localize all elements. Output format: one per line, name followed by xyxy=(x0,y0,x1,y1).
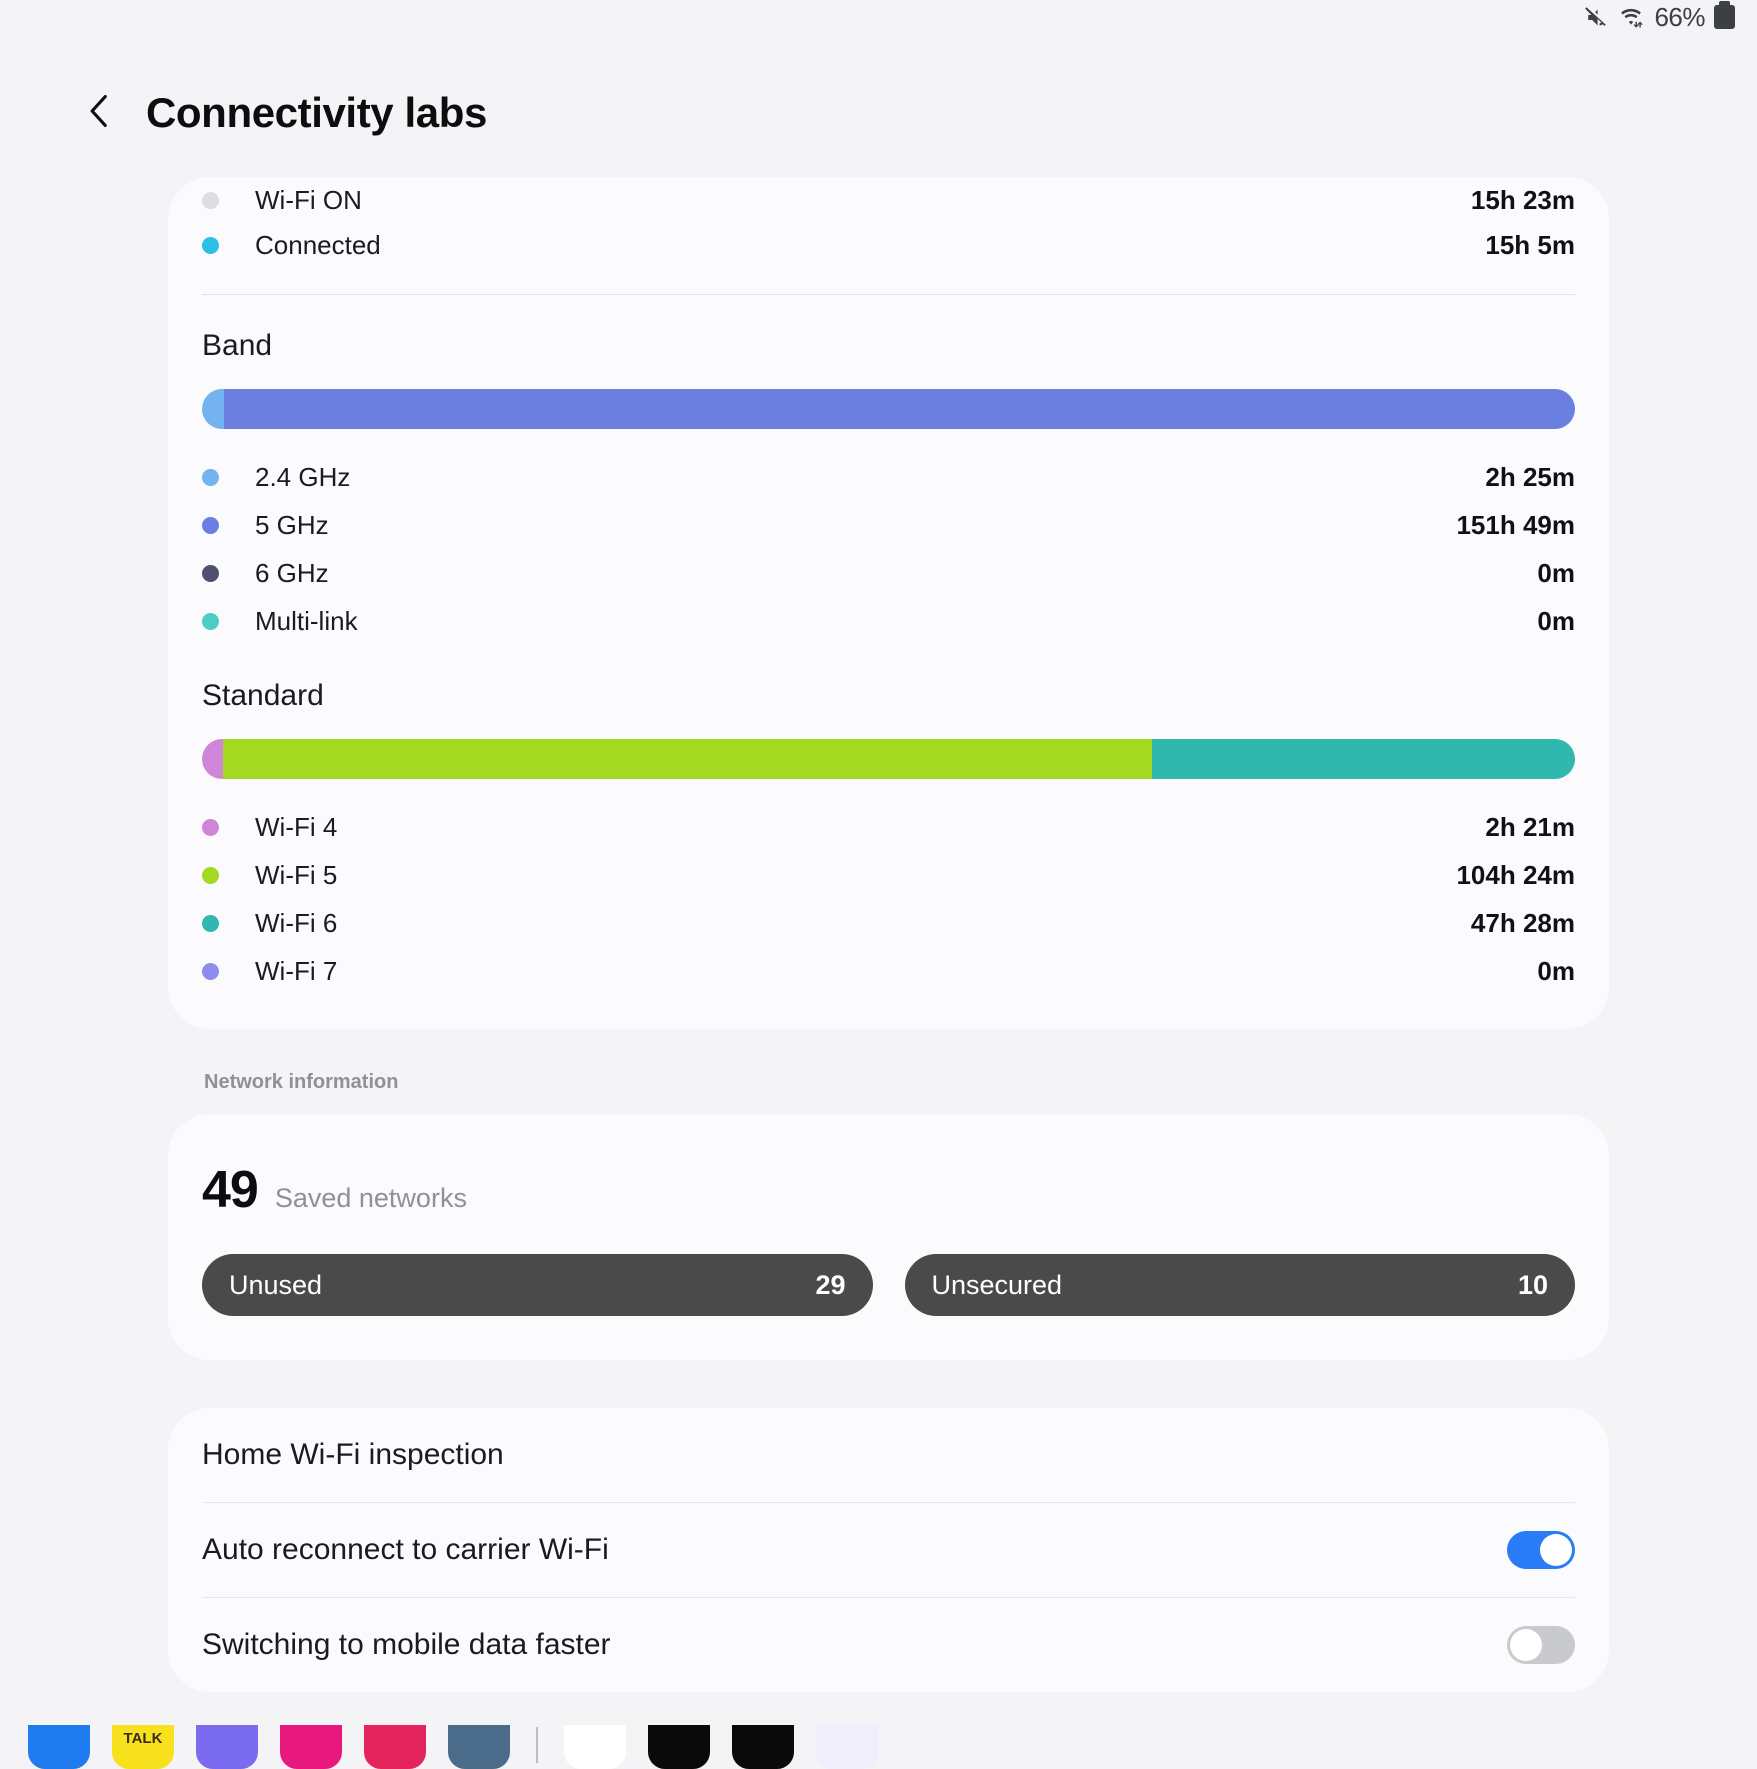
status-value: 15h 23m xyxy=(1470,184,1575,215)
chip-label: Unsecured xyxy=(931,1269,1063,1300)
page-title: Connectivity labs xyxy=(146,89,487,136)
legend-row: Multi-link 0m xyxy=(202,597,1575,645)
legend-value: 2h 25m xyxy=(1485,461,1575,492)
dock-icon-settings-app[interactable] xyxy=(448,1725,510,1769)
legend-value: 0m xyxy=(1537,605,1575,636)
legend-label: Wi-Fi 4 xyxy=(255,811,338,842)
battery-icon xyxy=(1714,1,1735,29)
dock-icon-gallery-app[interactable] xyxy=(280,1725,342,1769)
mute-icon xyxy=(1583,5,1608,30)
chip-value: 29 xyxy=(815,1269,846,1300)
dock-icon-kakaotalk-app[interactable]: TALK xyxy=(112,1725,174,1769)
legend-label: Multi-link xyxy=(255,605,358,636)
setting-label: Auto reconnect to carrier Wi-Fi xyxy=(202,1533,609,1566)
legend-row: 2.4 GHz 2h 25m xyxy=(202,453,1575,501)
legend-row: Wi-Fi 7 0m xyxy=(202,947,1575,995)
toggle-switch-mobile-data[interactable] xyxy=(1507,1626,1575,1664)
settings-card: Home Wi-Fi inspection Auto reconnect to … xyxy=(168,1408,1609,1692)
legend-dot xyxy=(202,564,219,582)
status-value: 15h 5m xyxy=(1485,229,1575,260)
legend-dot xyxy=(202,866,219,884)
dock-icon-samsung-internet-app[interactable] xyxy=(196,1725,258,1769)
legend-label: Wi-Fi 7 xyxy=(255,955,338,986)
standard-segment-wifi6 xyxy=(1152,739,1575,779)
battery-percent: 66% xyxy=(1654,1,1705,32)
setting-row-auto-reconnect-carrier-wifi[interactable]: Auto reconnect to carrier Wi-Fi xyxy=(168,1503,1609,1597)
setting-row-switching-mobile-data-faster[interactable]: Switching to mobile data faster xyxy=(168,1598,1609,1692)
legend-dot xyxy=(202,468,219,486)
legend-value: 2h 21m xyxy=(1485,811,1575,842)
legend-label: Wi-Fi 5 xyxy=(255,859,338,890)
legend-value: 104h 24m xyxy=(1456,859,1575,890)
legend-dot xyxy=(202,914,219,932)
setting-label: Switching to mobile data faster xyxy=(202,1628,611,1661)
band-segment-5ghz xyxy=(223,389,1575,429)
status-dot xyxy=(202,191,219,209)
chip-label: Unused xyxy=(229,1269,323,1300)
back-button[interactable] xyxy=(78,91,122,135)
wifi-transfer-icon xyxy=(1617,5,1645,30)
network-information-caption: Network information xyxy=(204,1071,399,1093)
dock-icon-openai-app[interactable] xyxy=(564,1725,626,1769)
legend-dot xyxy=(202,516,219,534)
status-bar: 66% xyxy=(0,0,1757,34)
wifi-usage-card: Wi-Fi ON 15h 23m Connected 15h 5m Band 2… xyxy=(168,177,1609,1029)
legend-row: 6 GHz 0m xyxy=(202,549,1575,597)
standard-segment-wifi4 xyxy=(202,739,223,779)
saved-networks-card: 49 Saved networks Unused 29 Unsecured 10 xyxy=(168,1114,1609,1360)
dock-icon-messenger-app[interactable] xyxy=(28,1725,90,1769)
toggle-knob xyxy=(1510,1629,1542,1661)
standard-legend: Wi-Fi 4 2h 21m Wi-Fi 5 104h 24m Wi-Fi 6 … xyxy=(202,779,1575,995)
legend-value: 47h 28m xyxy=(1470,907,1575,938)
standard-section-title: Standard xyxy=(202,679,324,712)
standard-stacked-bar xyxy=(202,739,1575,779)
legend-dot xyxy=(202,612,219,630)
saved-networks-header: 49 Saved networks xyxy=(202,1114,1575,1220)
status-dot xyxy=(202,236,219,254)
setting-row-home-wifi-inspection[interactable]: Home Wi-Fi inspection xyxy=(168,1408,1609,1502)
legend-label: 6 GHz xyxy=(255,557,329,588)
chip-unused[interactable]: Unused 29 xyxy=(202,1254,873,1316)
band-section-title: Band xyxy=(202,329,273,362)
legend-row: Wi-Fi 4 2h 21m xyxy=(202,803,1575,851)
legend-label: 5 GHz xyxy=(255,509,329,540)
status-row-wifi-on: Wi-Fi ON 15h 23m xyxy=(202,177,1575,223)
saved-networks-label: Saved networks xyxy=(274,1183,467,1213)
page-header: Connectivity labs xyxy=(0,34,1757,177)
legend-label: 2.4 GHz xyxy=(255,461,351,492)
legend-label: Wi-Fi 6 xyxy=(255,907,338,938)
connectivity-labs-screen: 66% Connectivity labs Wi-Fi ON 15h 23m C… xyxy=(0,0,1757,1769)
toggle-knob xyxy=(1540,1534,1572,1566)
band-segment-2-4ghz xyxy=(202,389,224,429)
dock-icon-gemini-app[interactable] xyxy=(816,1725,878,1769)
legend-row: Wi-Fi 5 104h 24m xyxy=(202,851,1575,899)
chip-value: 10 xyxy=(1517,1269,1548,1300)
standard-segment-wifi5 xyxy=(222,739,1153,779)
chevron-left-icon xyxy=(84,90,116,137)
legend-dot xyxy=(202,962,219,980)
toggle-auto-reconnect[interactable] xyxy=(1507,1531,1575,1569)
status-label: Wi-Fi ON xyxy=(255,184,362,215)
band-legend: 2.4 GHz 2h 25m 5 GHz 151h 49m 6 GHz 0m M… xyxy=(202,429,1575,645)
band-stacked-bar xyxy=(202,389,1575,429)
chip-unsecured[interactable]: Unsecured 10 xyxy=(904,1254,1575,1316)
status-row-connected: Connected 15h 5m xyxy=(202,222,1575,268)
dock-icon-x-app-two[interactable] xyxy=(732,1725,794,1769)
legend-value: 151h 49m xyxy=(1456,509,1575,540)
setting-label: Home Wi-Fi inspection xyxy=(202,1438,504,1471)
legend-row: 5 GHz 151h 49m xyxy=(202,501,1575,549)
legend-dot xyxy=(202,818,219,836)
legend-value: 0m xyxy=(1537,557,1575,588)
saved-networks-count: 49 xyxy=(202,1161,259,1219)
network-chip-group: Unused 29 Unsecured 10 xyxy=(202,1220,1575,1360)
status-label: Connected xyxy=(255,229,381,260)
dock-icon-instagram-app[interactable] xyxy=(364,1725,426,1769)
dock-separator xyxy=(536,1727,538,1763)
app-dock: TALK xyxy=(0,1725,1757,1769)
legend-value: 0m xyxy=(1537,955,1575,986)
dock-icon-x-app-one[interactable] xyxy=(648,1725,710,1769)
legend-row: Wi-Fi 6 47h 28m xyxy=(202,899,1575,947)
